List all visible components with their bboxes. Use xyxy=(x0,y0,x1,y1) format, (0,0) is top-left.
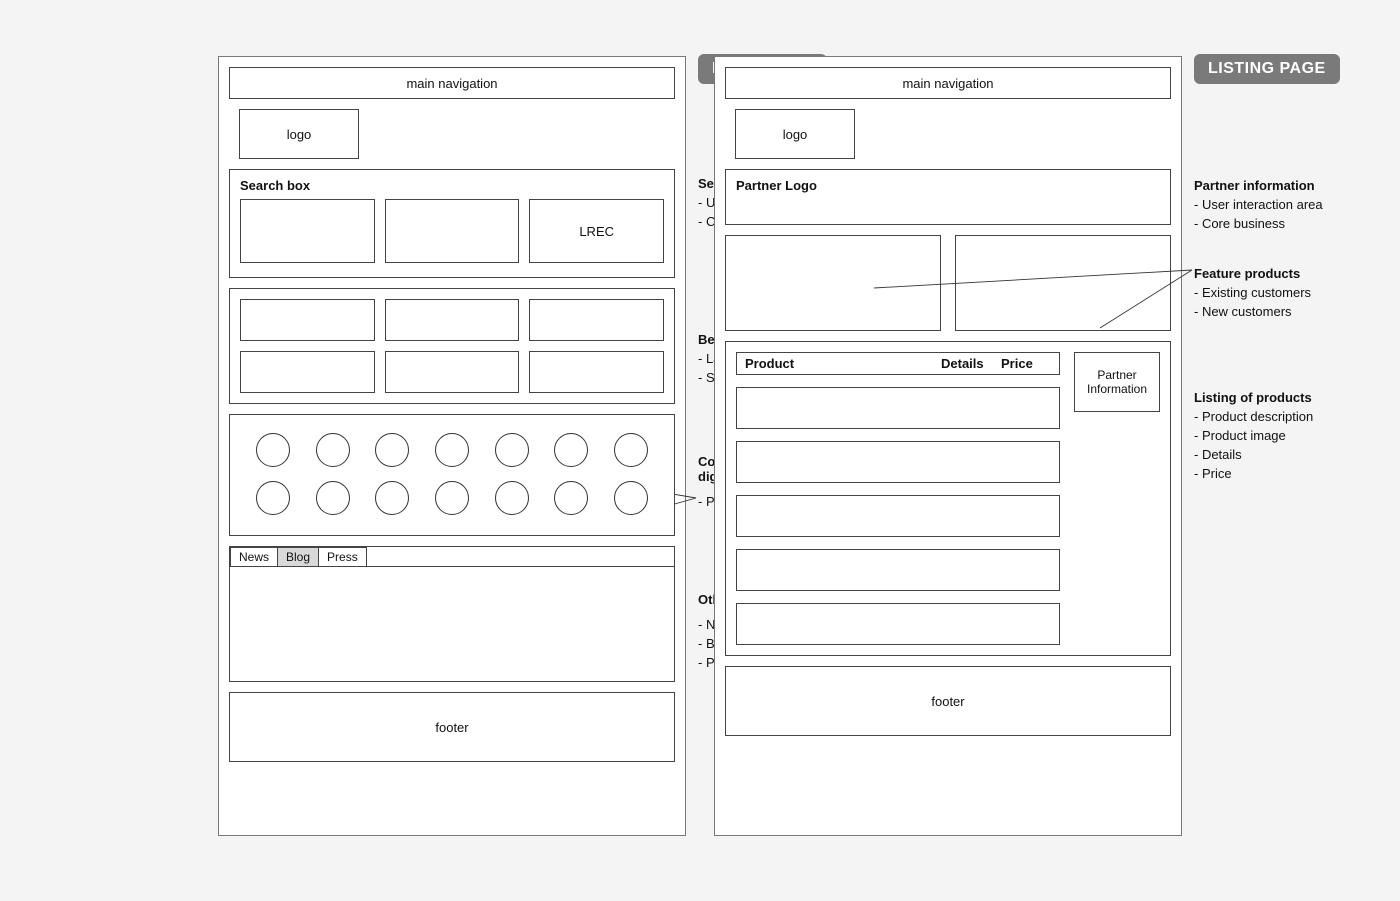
product-listing: Product Details Price Partner Informatio… xyxy=(725,341,1171,656)
feature-product-1[interactable] xyxy=(725,235,941,331)
main-navigation[interactable]: main navigation xyxy=(229,67,675,99)
search-cell-1[interactable] xyxy=(240,199,375,263)
partner-logo-4[interactable] xyxy=(435,433,469,467)
annot-partner: Partner information - User interaction a… xyxy=(1194,178,1364,231)
partner-information-box[interactable]: Partner Information xyxy=(1074,352,1160,412)
listing-page-block: LISTING PAGE Partner information - User … xyxy=(714,56,1182,845)
product-row-4[interactable] xyxy=(736,549,1060,591)
feature-product-2[interactable] xyxy=(955,235,1171,331)
col-product: Product xyxy=(745,356,941,371)
product-row-2[interactable] xyxy=(736,441,1060,483)
footer-listing[interactable]: footer xyxy=(725,666,1171,736)
partner-logo-8[interactable] xyxy=(256,481,290,515)
annot-list-b4: - Price xyxy=(1194,466,1364,481)
partner-logo-11[interactable] xyxy=(435,481,469,515)
annot-listing: Listing of products - Product descriptio… xyxy=(1194,390,1364,481)
annot-list-b1: - Product description xyxy=(1194,409,1364,424)
partner-logo-13[interactable] xyxy=(554,481,588,515)
deal-card-5[interactable] xyxy=(385,351,520,393)
deal-card-6[interactable] xyxy=(529,351,664,393)
partner-logo-14[interactable] xyxy=(614,481,648,515)
annot-partner-b2: - Core business xyxy=(1194,216,1364,231)
listing-page-badge: LISTING PAGE xyxy=(1194,54,1340,84)
deal-card-1[interactable] xyxy=(240,299,375,341)
partner-logo-5[interactable] xyxy=(495,433,529,467)
home-page-frame: main navigation logo Search box LREC xyxy=(218,56,686,836)
search-box-label: Search box xyxy=(240,178,664,193)
lrec-ad[interactable]: LREC xyxy=(529,199,664,263)
search-area: Search box LREC xyxy=(229,169,675,278)
deal-card-2[interactable] xyxy=(385,299,520,341)
best-selling-deals xyxy=(229,288,675,404)
logo[interactable]: logo xyxy=(239,109,359,159)
compare-providers xyxy=(229,414,675,536)
annot-features: Feature products - Existing customers - … xyxy=(1194,266,1364,319)
annot-list-title: Listing of products xyxy=(1194,390,1364,405)
tab-news[interactable]: News xyxy=(230,547,278,566)
search-cell-2[interactable] xyxy=(385,199,520,263)
tab-press[interactable]: Press xyxy=(319,547,367,566)
partner-logo-9[interactable] xyxy=(316,481,350,515)
logo-listing[interactable]: logo xyxy=(735,109,855,159)
deal-card-4[interactable] xyxy=(240,351,375,393)
product-row-1[interactable] xyxy=(736,387,1060,429)
partner-logo-12[interactable] xyxy=(495,481,529,515)
deal-card-3[interactable] xyxy=(529,299,664,341)
annot-feat-b2: - New customers xyxy=(1194,304,1364,319)
annot-list-b3: - Details xyxy=(1194,447,1364,462)
partner-logo-10[interactable] xyxy=(375,481,409,515)
feature-products xyxy=(725,235,1171,331)
main-navigation-listing[interactable]: main navigation xyxy=(725,67,1171,99)
partner-logo-bar[interactable]: Partner Logo xyxy=(725,169,1171,225)
other-info-panel: News Blog Press xyxy=(229,546,675,682)
partner-logo-label: Partner Logo xyxy=(736,178,817,193)
partner-logo-1[interactable] xyxy=(256,433,290,467)
tab-blog[interactable]: Blog xyxy=(278,547,319,566)
partner-logo-3[interactable] xyxy=(375,433,409,467)
home-page-block: HOME PAGE Search area - User interaction… xyxy=(218,56,686,845)
col-price: Price xyxy=(1001,356,1051,371)
annot-list-b2: - Product image xyxy=(1194,428,1364,443)
annot-partner-title: Partner information xyxy=(1194,178,1364,193)
listing-page-frame: main navigation logo Partner Logo Produc… xyxy=(714,56,1182,836)
tab-content xyxy=(230,566,674,670)
annot-feat-b1: - Existing customers xyxy=(1194,285,1364,300)
partner-logo-7[interactable] xyxy=(614,433,648,467)
product-row-3[interactable] xyxy=(736,495,1060,537)
annot-feat-title: Feature products xyxy=(1194,266,1364,281)
partner-logo-2[interactable] xyxy=(316,433,350,467)
partner-logo-6[interactable] xyxy=(554,433,588,467)
footer[interactable]: footer xyxy=(229,692,675,762)
listing-header: Product Details Price xyxy=(736,352,1060,375)
annot-partner-b1: - User interaction area xyxy=(1194,197,1364,212)
product-row-5[interactable] xyxy=(736,603,1060,645)
col-details: Details xyxy=(941,356,1001,371)
